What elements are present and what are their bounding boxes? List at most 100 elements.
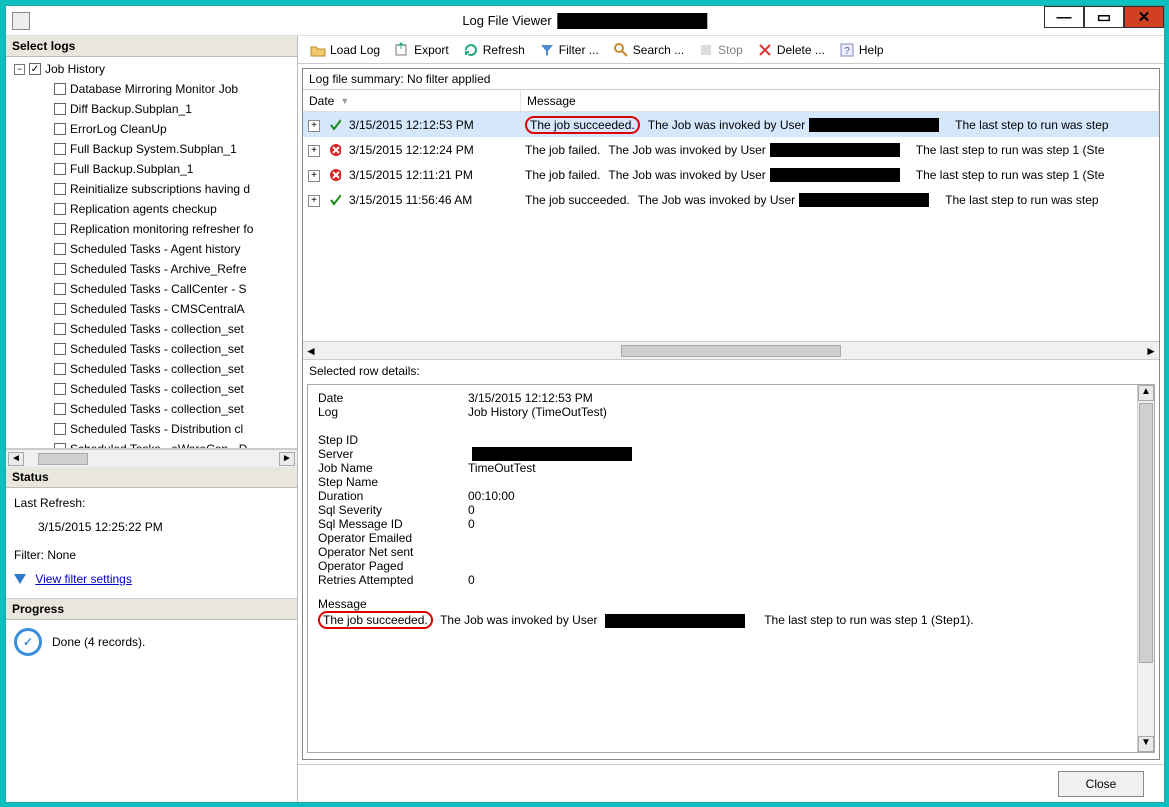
filter-label: Filter: None: [14, 548, 289, 562]
checkbox[interactable]: [54, 143, 66, 155]
detail-row: Sql Message ID0: [318, 517, 1144, 531]
tree-item[interactable]: Full Backup.Subplan_1: [14, 159, 297, 179]
window-close-button[interactable]: ✕: [1124, 6, 1164, 28]
detail-row: Operator Emailed: [318, 531, 1144, 545]
detail-value: 0: [468, 517, 475, 531]
checkbox[interactable]: [54, 383, 66, 395]
checkbox[interactable]: [54, 323, 66, 335]
delete-button[interactable]: Delete ...: [751, 39, 831, 61]
tree-item-label: Replication agents checkup: [70, 202, 217, 216]
checkbox[interactable]: [54, 343, 66, 355]
tree-item[interactable]: Scheduled Tasks - eWareCen - D: [14, 439, 297, 449]
tree-item[interactable]: ErrorLog CleanUp: [14, 119, 297, 139]
table-row[interactable]: +3/15/2015 11:56:46 AMThe job succeeded.…: [303, 187, 1159, 212]
detail-row: [318, 419, 1144, 433]
scroll-right-icon[interactable]: ►: [1145, 344, 1157, 358]
export-button[interactable]: Export: [388, 39, 455, 61]
expand-icon[interactable]: +: [308, 120, 320, 132]
tree-item[interactable]: Scheduled Tasks - collection_set: [14, 319, 297, 339]
filter-button[interactable]: Filter ...: [533, 39, 605, 61]
detail-label: Operator Net sent: [318, 545, 468, 559]
help-icon: ?: [839, 42, 855, 58]
stop-button[interactable]: Stop: [692, 39, 749, 61]
table-row[interactable]: +3/15/2015 12:11:21 PMThe job failed.The…: [303, 162, 1159, 187]
row-redacted: [799, 193, 929, 207]
right-pane: Load Log Export Refresh Filter ... Searc…: [298, 36, 1164, 802]
checkbox[interactable]: [54, 283, 66, 295]
minimize-button[interactable]: —: [1044, 6, 1084, 28]
help-button[interactable]: ? Help: [833, 39, 890, 61]
refresh-button[interactable]: Refresh: [457, 39, 531, 61]
checkbox[interactable]: [54, 403, 66, 415]
detail-row: Operator Net sent: [318, 545, 1144, 559]
tree-root-item[interactable]: − Job History: [14, 59, 297, 79]
checkbox[interactable]: [54, 103, 66, 115]
tree-item[interactable]: Scheduled Tasks - CMSCentralA: [14, 299, 297, 319]
tree-item[interactable]: Scheduled Tasks - collection_set: [14, 359, 297, 379]
detail-label: Duration: [318, 489, 468, 503]
checkbox[interactable]: [54, 303, 66, 315]
checkbox[interactable]: [54, 363, 66, 375]
success-icon: [325, 193, 345, 207]
details-vscroll[interactable]: ▲ ▼: [1137, 385, 1154, 752]
detail-value: 0: [468, 573, 475, 587]
tree-item[interactable]: Replication monitoring refresher fo: [14, 219, 297, 239]
checkbox[interactable]: [54, 163, 66, 175]
tree-item[interactable]: Scheduled Tasks - CallCenter - S: [14, 279, 297, 299]
expand-icon[interactable]: +: [308, 170, 320, 182]
tree-item[interactable]: Diff Backup.Subplan_1: [14, 99, 297, 119]
scroll-down-icon[interactable]: ▼: [1138, 736, 1154, 752]
scroll-right-icon[interactable]: ►: [279, 452, 295, 466]
scroll-left-icon[interactable]: ◄: [305, 344, 317, 358]
checkbox-checked[interactable]: [29, 63, 41, 75]
checkbox[interactable]: [54, 183, 66, 195]
view-filter-link[interactable]: View filter settings: [35, 572, 132, 586]
tree-item[interactable]: Scheduled Tasks - Archive_Refre: [14, 259, 297, 279]
row-msg-part3: The last step to run was step 1 (Ste: [916, 168, 1105, 182]
tree-item[interactable]: Reinitialize subscriptions having d: [14, 179, 297, 199]
scroll-up-icon[interactable]: ▲: [1138, 385, 1154, 401]
search-button[interactable]: Search ...: [607, 39, 690, 61]
expand-icon[interactable]: +: [308, 195, 320, 207]
scroll-left-icon[interactable]: ◄: [8, 452, 24, 466]
grid-header: Date ▼ Message: [303, 90, 1159, 112]
tree-item-label: Reinitialize subscriptions having d: [70, 182, 250, 196]
tree-item[interactable]: Scheduled Tasks - collection_set: [14, 339, 297, 359]
checkbox[interactable]: [54, 203, 66, 215]
logs-tree[interactable]: − Job History Database Mirroring Monitor…: [6, 57, 297, 449]
expand-icon[interactable]: +: [308, 145, 320, 157]
tree-item[interactable]: Scheduled Tasks - collection_set: [14, 399, 297, 419]
header-message[interactable]: Message: [521, 91, 1159, 111]
tree-item[interactable]: Database Mirroring Monitor Job: [14, 79, 297, 99]
summary-bar: Log file summary: No filter applied: [303, 69, 1159, 90]
tree-item[interactable]: Scheduled Tasks - collection_set: [14, 379, 297, 399]
details-box[interactable]: Date3/15/2015 12:12:53 PMLogJob History …: [307, 384, 1155, 753]
table-row[interactable]: +3/15/2015 12:12:24 PMThe job failed.The…: [303, 137, 1159, 162]
error-icon: [325, 168, 345, 182]
table-row[interactable]: +3/15/2015 12:12:53 PMThe job succeeded.…: [303, 112, 1159, 137]
scroll-thumb[interactable]: [38, 453, 88, 465]
checkbox[interactable]: [54, 423, 66, 435]
scroll-thumb[interactable]: [621, 345, 841, 357]
tree-hscroll[interactable]: ◄ ►: [6, 449, 297, 467]
checkbox[interactable]: [54, 263, 66, 275]
detail-row: LogJob History (TimeOutTest): [318, 405, 1144, 419]
header-date[interactable]: Date ▼: [303, 91, 521, 111]
checkbox[interactable]: [54, 223, 66, 235]
maximize-button[interactable]: ▭: [1084, 6, 1124, 28]
collapse-icon[interactable]: −: [14, 64, 25, 75]
tree-item[interactable]: Replication agents checkup: [14, 199, 297, 219]
tree-item[interactable]: Scheduled Tasks - Agent history: [14, 239, 297, 259]
tree-item[interactable]: Scheduled Tasks - Distribution cl: [14, 419, 297, 439]
row-msg-status: The job succeeded.: [525, 193, 630, 207]
grid-hscroll[interactable]: ◄ ►: [303, 341, 1159, 359]
loadlog-button[interactable]: Load Log: [304, 39, 386, 61]
row-date: 3/15/2015 12:12:53 PM: [345, 118, 521, 132]
tree-item[interactable]: Full Backup System.Subplan_1: [14, 139, 297, 159]
checkbox[interactable]: [54, 243, 66, 255]
checkbox[interactable]: [54, 83, 66, 95]
close-button[interactable]: Close: [1058, 771, 1144, 797]
row-msg-status: The job failed.: [525, 168, 600, 182]
checkbox[interactable]: [54, 123, 66, 135]
scroll-thumb[interactable]: [1139, 403, 1153, 663]
